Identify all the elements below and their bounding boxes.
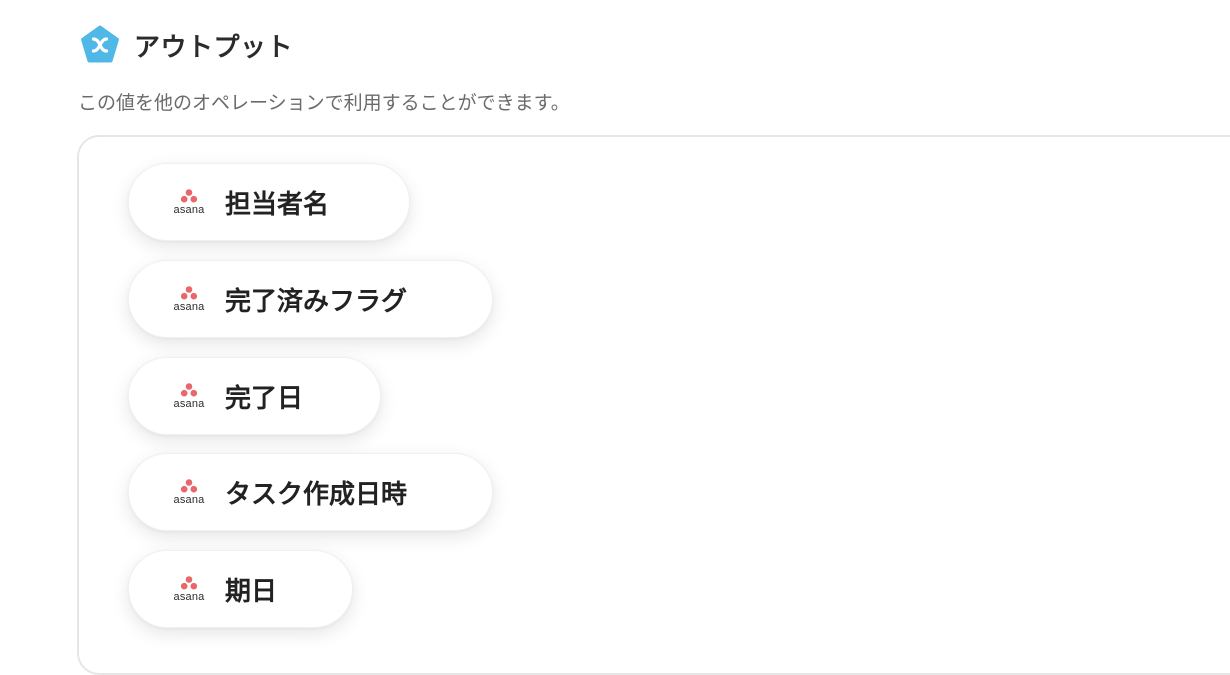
output-description: この値を他のオペレーションで利用することができます。 [78,92,570,114]
output-chip-completed-date[interactable]: asana 完了日 [128,357,381,435]
output-chip-completed-flag[interactable]: asana 完了済みフラグ [128,260,493,338]
output-chip-assignee-name[interactable]: asana 担当者名 [128,163,410,241]
asana-logo-icon: asana [169,574,209,604]
output-chip-due-date[interactable]: asana 期日 [128,550,353,628]
asana-logo-icon: asana [169,187,209,217]
asana-wordmark: asana [173,397,205,410]
output-chip-label: 期日 [225,576,278,607]
output-chip-label: 担当者名 [225,189,330,220]
asana-logo-icon: asana [169,381,209,411]
output-chip-label: 完了日 [225,383,304,414]
asana-wordmark: asana [173,203,205,216]
asana-wordmark: asana [173,493,205,506]
output-title: アウトプット [134,32,294,63]
asana-wordmark: asana [173,590,205,603]
yoom-logo-icon [81,25,119,63]
output-chip-label: 完了済みフラグ [225,286,408,317]
output-chip-label: タスク作成日時 [225,479,408,510]
asana-logo-icon: asana [169,284,209,314]
output-header: アウトプット [80,24,293,66]
asana-wordmark: asana [173,300,205,313]
asana-logo-icon: asana [169,477,209,507]
output-chip-task-created-at[interactable]: asana タスク作成日時 [128,453,493,531]
